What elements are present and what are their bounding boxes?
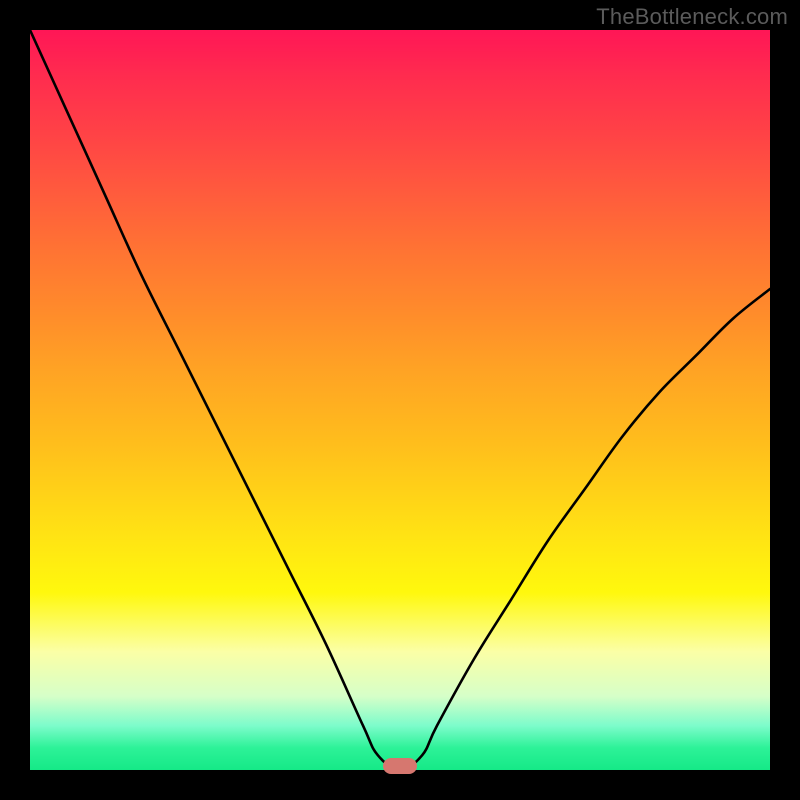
optimum-marker: [383, 758, 417, 774]
watermark-text: TheBottleneck.com: [596, 4, 788, 30]
bottleneck-curve: [30, 30, 770, 770]
plot-area: [30, 30, 770, 770]
chart-stage: TheBottleneck.com: [0, 0, 800, 800]
